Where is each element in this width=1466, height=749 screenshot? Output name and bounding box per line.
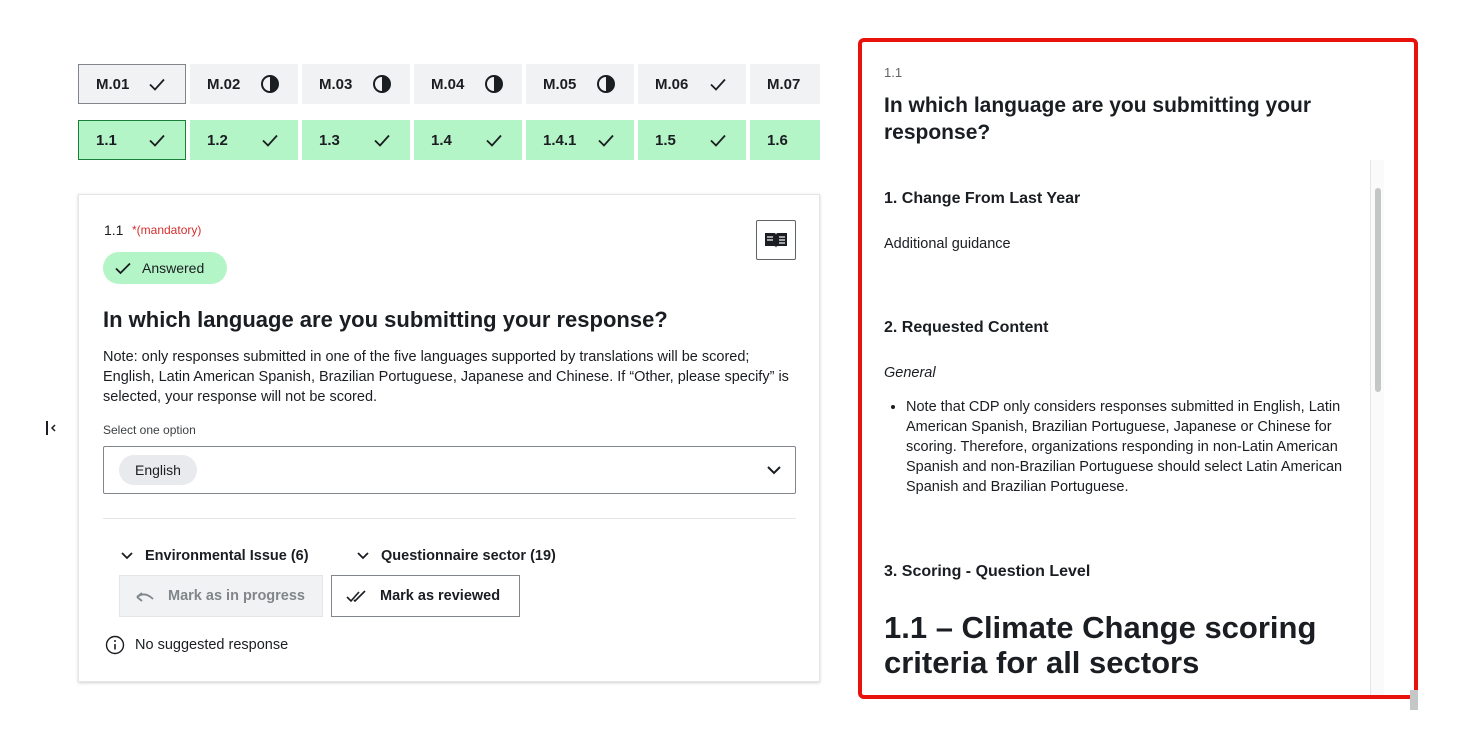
question-note: Note: only responses submitted in one of… — [103, 349, 789, 405]
collapse-left-icon — [46, 421, 56, 435]
module-tab-m-04[interactable]: M.04 — [414, 64, 522, 104]
module-tab-m-03[interactable]: M.03 — [302, 64, 410, 104]
question-title: In which language are you submitting you… — [103, 307, 668, 332]
guidance-section-heading: 2. Requested Content — [884, 319, 1049, 336]
environmental-issue-label: Environmental Issue (6) — [145, 548, 309, 564]
module-tab-m-01[interactable]: M.01 — [78, 64, 186, 104]
guidance-text: Additional guidance — [884, 236, 1011, 252]
tab-label: 1.1 — [96, 131, 117, 149]
module-tab-m-05[interactable]: M.05 — [526, 64, 634, 104]
scoring-criteria-heading: 1.1 – Climate Change scoring criteria fo… — [884, 610, 1317, 680]
tab-label: M.01 — [96, 75, 130, 93]
check-icon — [149, 134, 165, 147]
module-tab-m-07[interactable]: M.07 — [750, 64, 820, 104]
guidance-title: In which language are you submitting you… — [884, 94, 1312, 144]
tab-label: M.04 — [431, 75, 465, 93]
chevron-down-icon — [767, 466, 781, 475]
answered-status-badge: Answered — [103, 252, 227, 284]
guidance-bullet-list: Note that CDP only considers responses s… — [884, 397, 1358, 497]
question-tab-1-3[interactable]: 1.3 — [302, 120, 410, 160]
info-icon — [105, 635, 125, 655]
guidance-scrollbar-thumb[interactable] — [1375, 188, 1381, 392]
module-tab-m-02[interactable]: M.02 — [190, 64, 298, 104]
check-icon — [710, 134, 726, 147]
book-icon — [765, 233, 787, 248]
check-icon — [149, 78, 165, 91]
check-icon — [115, 262, 131, 275]
guidance-subheading: General — [884, 365, 936, 381]
guidance-section-heading: 3. Scoring - Question Level — [884, 563, 1091, 580]
chevron-down-icon — [121, 552, 133, 560]
module-tab-m-06[interactable]: M.06 — [638, 64, 746, 104]
question-tab-1-4-1[interactable]: 1.4.1 — [526, 120, 634, 160]
tab-label: 1.4.1 — [543, 131, 577, 149]
mark-in-progress-button[interactable]: Mark as in progress — [119, 575, 323, 617]
no-suggestion-text: No suggested response — [135, 637, 289, 653]
tab-label: 1.2 — [207, 131, 228, 149]
question-number: 1.1 — [104, 222, 124, 238]
question-tab-1-4[interactable]: 1.4 — [414, 120, 522, 160]
language-select[interactable]: English — [103, 446, 796, 494]
progress-pie-icon — [597, 75, 615, 93]
check-icon — [262, 134, 278, 147]
answered-status-label: Answered — [142, 260, 205, 276]
no-suggestion-row: No suggested response — [105, 635, 288, 655]
module-tab-bar: M.01 M.02 M.03 M.04 M.05 M.06 M.07 — [78, 64, 820, 104]
tab-label: M.07 — [767, 75, 801, 93]
guidance-panel: 1.1 In which language are you submitting… — [858, 38, 1418, 699]
check-icon — [486, 134, 502, 147]
guidance-scrollbar[interactable] — [1370, 160, 1384, 695]
tab-label: 1.3 — [319, 131, 340, 149]
undo-icon — [136, 592, 154, 602]
guidance-content[interactable]: 1. Change From Last Year Additional guid… — [862, 160, 1380, 695]
mark-reviewed-button[interactable]: Mark as reviewed — [331, 575, 520, 617]
chevron-down-icon — [357, 552, 369, 560]
check-icon — [710, 78, 726, 91]
environmental-issue-toggle[interactable]: Environmental Issue (6) — [119, 545, 309, 567]
tab-label: M.03 — [319, 75, 353, 93]
mandatory-label: *(mandatory) — [132, 223, 202, 237]
guidance-section-heading: 1. Change From Last Year — [884, 190, 1081, 207]
question-tab-1-2[interactable]: 1.2 — [190, 120, 298, 160]
guidance-bullet: Note that CDP only considers responses s… — [906, 397, 1358, 497]
divider — [103, 518, 796, 519]
question-tab-bar: 1.1 1.2 1.3 1.4 1.4.1 1.5 1.6 — [78, 120, 820, 160]
question-tab-1-1[interactable]: 1.1 — [78, 120, 186, 160]
question-tab-1-5[interactable]: 1.5 — [638, 120, 746, 160]
selected-language-chip: English — [119, 455, 197, 485]
tab-label: 1.6 — [767, 131, 788, 149]
questionnaire-sector-label: Questionnaire sector (19) — [381, 548, 556, 564]
progress-pie-icon — [261, 75, 279, 93]
progress-pie-icon — [373, 75, 391, 93]
tab-label: 1.5 — [655, 131, 676, 149]
tab-label: M.02 — [207, 75, 241, 93]
tab-label: 1.4 — [431, 131, 452, 149]
tab-label: M.06 — [655, 75, 689, 93]
collapse-sidebar-handle[interactable] — [44, 418, 58, 438]
questionnaire-sector-toggle[interactable]: Questionnaire sector (19) — [355, 545, 556, 567]
guidance-book-button[interactable] — [756, 220, 796, 260]
check-icon — [374, 134, 390, 147]
page-scrollbar-thumb[interactable] — [1410, 690, 1418, 710]
mark-reviewed-label: Mark as reviewed — [380, 588, 501, 604]
guidance-question-number: 1.1 — [884, 65, 903, 80]
mark-in-progress-label: Mark as in progress — [168, 588, 305, 604]
double-check-icon — [346, 590, 366, 603]
tab-label: M.05 — [543, 75, 577, 93]
progress-pie-icon — [485, 75, 503, 93]
check-icon — [598, 134, 614, 147]
question-card: 1.1 *(mandatory) Answered In which langu… — [78, 194, 820, 682]
select-label: Select one option — [103, 423, 196, 437]
question-tab-1-6[interactable]: 1.6 — [750, 120, 820, 160]
